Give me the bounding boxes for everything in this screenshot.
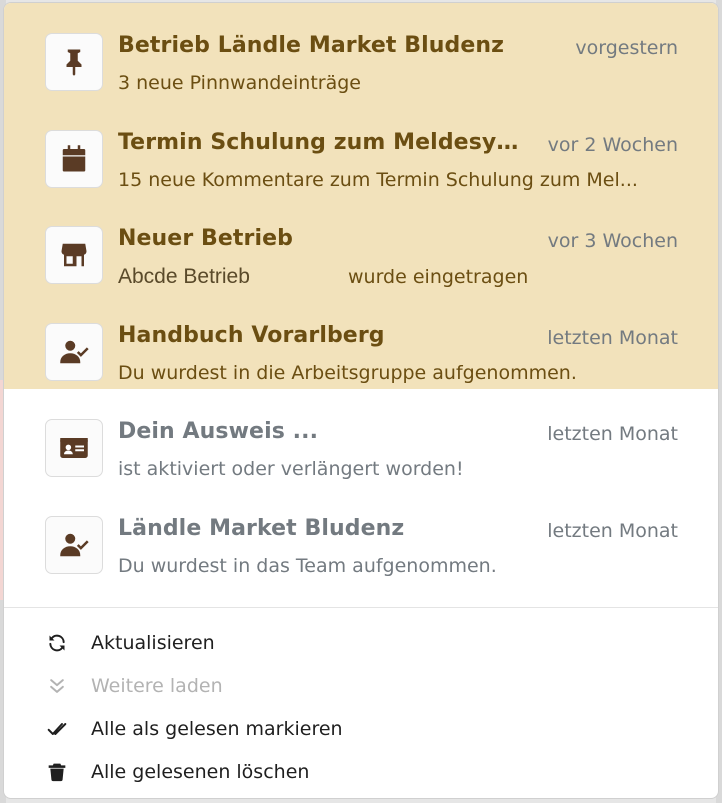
notification-title: Ländle Market Bludenz — [118, 515, 405, 541]
user-check-icon — [45, 515, 103, 574]
notification-description: Du wurdest in das Team aufgenommen. — [118, 554, 497, 577]
notification-title: Handbuch Vorarlberg — [118, 322, 385, 348]
notification-title: Neuer Betrieb — [118, 226, 293, 251]
divider — [4, 607, 718, 608]
pin-icon — [45, 33, 103, 91]
store-icon — [45, 226, 103, 284]
notification-description-suffix: wurde eingetragen — [348, 266, 529, 288]
notification-time: letzten Monat — [547, 326, 678, 349]
user-check-icon — [45, 322, 103, 381]
delete-read-label: Alle gelesenen löschen — [91, 760, 310, 783]
notification-list: Betrieb Ländle Market Bludenz vorgestern… — [4, 3, 718, 582]
notification-description: ist aktiviert oder verlängert worden! — [118, 458, 464, 480]
business-name: Abcde Betrieb — [118, 265, 250, 288]
notification-title: Termin Schulung zum Meldesyst... — [118, 129, 528, 155]
mark-all-read-button[interactable]: Alle als gelesen markieren — [4, 707, 718, 750]
delete-read-button[interactable]: Alle gelesenen löschen — [4, 750, 718, 793]
notification-item[interactable]: Ländle Market Bludenz letzten Monat Du w… — [4, 485, 718, 582]
notification-actions: Aktualisieren Weitere laden Alle als gel… — [4, 621, 718, 793]
refresh-icon — [46, 632, 68, 654]
notification-title: Dein Ausweis ... — [118, 419, 319, 444]
notification-time: letzten Monat — [547, 519, 678, 542]
double-chevron-down-icon — [46, 675, 68, 697]
notification-description: 15 neue Kommentare zum Termin Schulung z… — [118, 168, 638, 191]
notification-time: vor 2 Wochen — [547, 133, 678, 156]
calendar-icon — [45, 129, 103, 188]
notification-time: vor 3 Wochen — [547, 230, 678, 252]
notification-description: 3 neue Pinnwandeinträge — [118, 72, 361, 94]
double-check-icon — [46, 718, 68, 740]
mark-all-read-label: Alle als gelesen markieren — [91, 717, 343, 740]
notification-description: Abcde Betrieb wurde eingetragen — [118, 265, 683, 289]
notification-description: Du wurdest in die Arbeitsgruppe aufgenom… — [118, 361, 577, 384]
notification-dropdown: Betrieb Ländle Market Bludenz vorgestern… — [3, 2, 719, 799]
notification-time: letzten Monat — [547, 423, 678, 445]
load-more-button[interactable]: Weitere laden — [4, 664, 718, 707]
notification-item[interactable]: Handbuch Vorarlberg letzten Monat Du wur… — [4, 292, 718, 389]
notification-item[interactable]: Dein Ausweis ... letzten Monat ist aktiv… — [4, 389, 718, 486]
load-more-label: Weitere laden — [91, 674, 223, 697]
notification-item[interactable]: Betrieb Ländle Market Bludenz vorgestern… — [4, 3, 718, 100]
notification-title: Betrieb Ländle Market Bludenz — [118, 33, 505, 58]
notification-item[interactable]: Termin Schulung zum Meldesyst... vor 2 W… — [4, 99, 718, 196]
notification-time: vorgestern — [575, 37, 678, 59]
refresh-button[interactable]: Aktualisieren — [4, 621, 718, 664]
notification-item[interactable]: Neuer Betrieb vor 3 Wochen Abcde Betrieb… — [4, 196, 718, 293]
trash-icon — [46, 761, 68, 783]
refresh-label: Aktualisieren — [91, 631, 215, 654]
id-card-icon — [45, 419, 103, 477]
